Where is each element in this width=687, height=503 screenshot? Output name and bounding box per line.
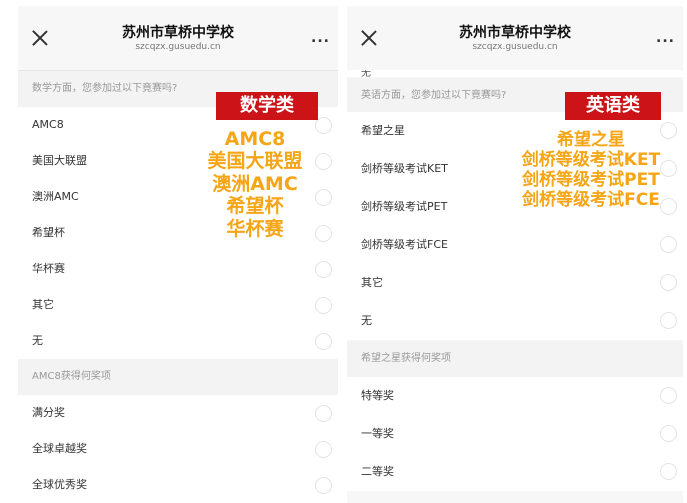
category-badge: 数学类 (216, 92, 318, 120)
page-title: 苏州市草桥中学校 (459, 25, 571, 41)
radio-button[interactable] (660, 236, 677, 253)
overlay-line: 剑桥等级考试FCE (522, 190, 660, 211)
option-label: 希望杯 (32, 226, 65, 239)
page-url: szcqzx.gusuedu.cn (135, 42, 221, 52)
radio-button[interactable] (315, 261, 332, 278)
option-label: AMC8 (32, 118, 64, 131)
option-fce[interactable]: 剑桥等级考试FCE (347, 226, 683, 264)
option-label: 无 (361, 314, 372, 327)
option-label: 剑桥等级考试PET (361, 200, 448, 213)
header-bar: 苏州市草桥中学校 szcqzx.gusuedu.cn ... (18, 6, 338, 71)
radio-button[interactable] (315, 297, 332, 314)
option-other[interactable]: 其它 (18, 287, 338, 323)
option-label: 全球优秀奖 (32, 478, 87, 491)
option-label: 其它 (361, 276, 383, 289)
radio-button[interactable] (660, 463, 677, 480)
option-label: 其它 (32, 298, 54, 311)
option-label: 二等奖 (361, 465, 394, 478)
option-label: 剑桥等级考试FCE (361, 238, 448, 251)
option-label: 华杯赛 (32, 262, 65, 275)
option-perfect-score[interactable]: 满分奖 (18, 395, 338, 431)
option-none[interactable]: 无 (18, 323, 338, 359)
radio-button[interactable] (660, 387, 677, 404)
award-options-list: 满分奖 全球卓越奖 全球优秀奖 (18, 395, 338, 503)
competition-overlay: 希望之星 剑桥等级考试KET 剑桥等级考试PET 剑桥等级考试FCE (499, 130, 683, 210)
option-none[interactable]: 无 (347, 302, 683, 340)
left-survey-screen: 苏州市草桥中学校 szcqzx.gusuedu.cn ... 数学方面，您参加过… (18, 6, 338, 503)
more-icon[interactable]: ... (311, 31, 330, 45)
question-label: 希望之星获得何奖项 (347, 341, 683, 377)
radio-button[interactable] (315, 477, 332, 494)
radio-button[interactable] (315, 405, 332, 422)
option-label: 无 (361, 70, 371, 77)
option-label: 美国大联盟 (32, 154, 87, 167)
option-label: 全球卓越奖 (32, 442, 87, 455)
overlay-line: 澳洲AMC (212, 172, 298, 195)
overlay-line: 剑桥等级考试KET (521, 150, 661, 171)
overlay-line: 美国大联盟 (207, 150, 303, 173)
option-label: 剑桥等级考试KET (361, 162, 448, 175)
option-global-distinction[interactable]: 全球卓越奖 (18, 431, 338, 467)
radio-button[interactable] (660, 425, 677, 442)
option-label: 特等奖 (361, 389, 394, 402)
page-url: szcqzx.gusuedu.cn (472, 42, 558, 52)
radio-button[interactable] (660, 312, 677, 329)
option-huabei[interactable]: 华杯赛 (18, 251, 338, 287)
option-other[interactable]: 其它 (347, 264, 683, 302)
radio-button[interactable] (315, 333, 332, 350)
category-badge: 英语类 (565, 92, 661, 120)
option-global-merit[interactable]: 全球优秀奖 (18, 467, 338, 503)
right-survey-screen: 苏州市草桥中学校 szcqzx.gusuedu.cn ... 无 英语方面，您参… (347, 6, 683, 503)
option-label: 希望之星 (361, 124, 405, 137)
overlay-line: 华杯赛 (226, 217, 284, 240)
radio-button[interactable] (315, 441, 332, 458)
option-label: 澳洲AMC (32, 190, 79, 203)
option-label: 一等奖 (361, 427, 394, 440)
option-second-prize[interactable]: 二等奖 (347, 453, 683, 491)
option-label: 满分奖 (32, 406, 65, 419)
overlay-line: AMC8 (224, 128, 286, 150)
radio-button[interactable] (660, 274, 677, 291)
competition-overlay: AMC8 美国大联盟 澳洲AMC 希望杯 华杯赛 (185, 128, 325, 240)
question-label: AMC8获得何奖项 (18, 359, 338, 395)
header-bar: 苏州市草桥中学校 szcqzx.gusuedu.cn ... (347, 6, 683, 71)
overlay-line: 剑桥等级考试PET (522, 170, 660, 191)
cut-off-option: 无 (347, 70, 683, 77)
overlay-line: 希望之星 (557, 130, 625, 150)
overlay-line: 希望杯 (226, 195, 284, 218)
option-label: 无 (32, 334, 43, 347)
option-first-prize[interactable]: 一等奖 (347, 415, 683, 453)
page-title: 苏州市草桥中学校 (122, 25, 234, 41)
option-special-prize[interactable]: 特等奖 (347, 377, 683, 415)
more-icon[interactable]: ... (656, 31, 675, 45)
award-options-list: 特等奖 一等奖 二等奖 (347, 377, 683, 491)
